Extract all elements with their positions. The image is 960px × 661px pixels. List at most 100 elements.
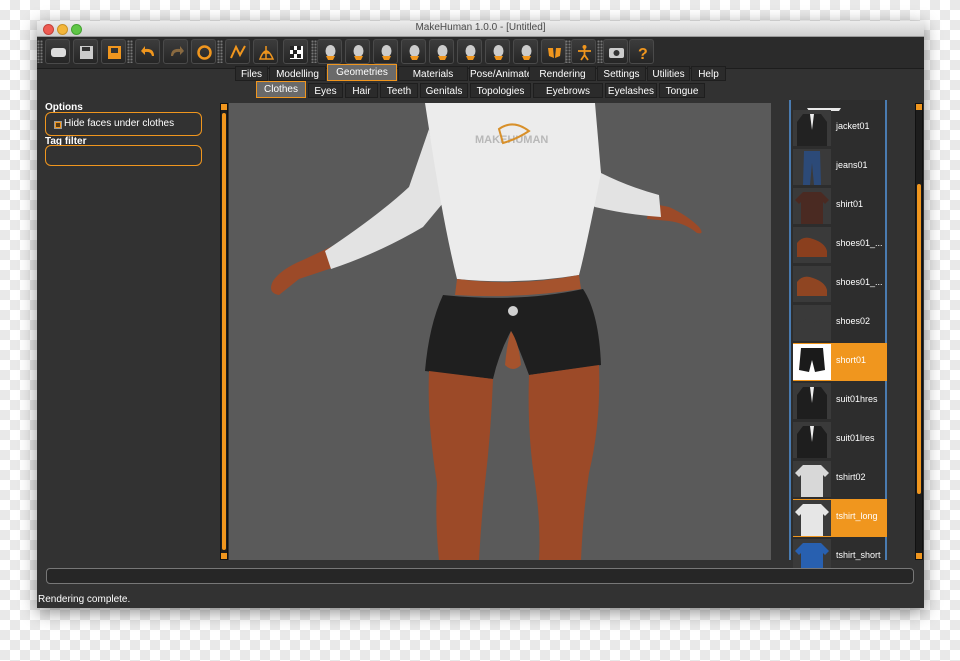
clothes-item-label: tshirt_long — [836, 511, 878, 521]
svg-text:?: ? — [638, 46, 648, 62]
bottom-view-icon — [465, 45, 476, 60]
hide-faces-label[interactable]: Hide faces under clothes — [64, 118, 174, 129]
app-window: MakeHuman 1.0.0 - [Untitled] ? Files Mode… — [37, 21, 924, 608]
smooth-button[interactable] — [225, 39, 250, 64]
reset-camera-button[interactable] — [485, 39, 510, 64]
screenshot-button[interactable] — [603, 39, 628, 64]
hide-faces-checkbox[interactable] — [54, 121, 62, 129]
clothes-item-suit01lres[interactable]: suit01lres — [793, 421, 887, 459]
clothes-item-label: shoes01_... — [836, 238, 883, 248]
tag-filter-group — [45, 145, 202, 166]
scroll-up-icon[interactable] — [916, 104, 922, 110]
progress-bar — [46, 568, 914, 584]
tab-modelling[interactable]: Modelling — [269, 66, 326, 81]
tab-help[interactable]: Help — [691, 66, 726, 81]
help-icon: ? — [638, 46, 648, 62]
subtab-eyebrows[interactable]: Eyebrows — [533, 83, 603, 98]
clothes-item-short01[interactable]: short01 — [793, 343, 887, 381]
background-button[interactable] — [283, 39, 308, 64]
left-scrollbar[interactable] — [220, 103, 228, 560]
tab-geometries[interactable]: Geometries — [327, 64, 397, 81]
clothes-thumbnail — [793, 344, 831, 380]
clothes-thumbnail — [793, 500, 831, 536]
tab-rendering[interactable]: Rendering — [529, 66, 596, 81]
subtab-genitals[interactable]: Genitals — [420, 83, 468, 98]
subtab-teeth[interactable]: Teeth — [380, 83, 418, 98]
clothes-item-label: shirt01 — [836, 199, 864, 209]
top-view-icon — [437, 45, 448, 60]
clothes-item-shoes02[interactable]: shoes02 — [793, 304, 887, 342]
clothes-item-jacket01[interactable]: jacket01 — [793, 109, 887, 147]
scroll-up-icon[interactable] — [221, 104, 227, 110]
left-panel: Options Hide faces under clothes Tag fil… — [37, 100, 228, 560]
help-button[interactable]: ? — [629, 39, 654, 64]
clothes-item-shoes01[interactable]: shoes01_... — [793, 265, 887, 303]
clothes-list[interactable]: jacket01 jeans01 shirt01 shoes01_... shoes01… — [789, 100, 887, 575]
tab-pose-animate[interactable]: Pose/Animate — [469, 66, 532, 81]
clothes-item-shoes01[interactable]: shoes01_... — [793, 226, 887, 264]
subtab-eyelashes[interactable]: Eyelashes — [605, 83, 657, 98]
left-view-icon — [381, 45, 392, 60]
wireframe-button[interactable] — [253, 39, 278, 64]
tab-materials[interactable]: Materials — [398, 66, 468, 81]
toolbar-separator — [597, 40, 603, 63]
tab-utilities[interactable]: Utilities — [647, 66, 690, 81]
top-view-button[interactable] — [429, 39, 454, 64]
clothes-scrollbar[interactable] — [915, 103, 923, 560]
redo-icon — [171, 46, 184, 56]
background-icon — [290, 46, 303, 59]
scroll-down-icon[interactable] — [221, 553, 227, 559]
reset-button[interactable] — [191, 39, 216, 64]
subtab-topologies[interactable]: Topologies — [470, 83, 531, 98]
toolbar: ? — [37, 37, 924, 69]
right-view-button[interactable] — [401, 39, 426, 64]
clothes-item-label: tshirt02 — [836, 472, 866, 482]
clothes-item-tshirt02[interactable]: tshirt02 — [793, 460, 887, 498]
clothes-thumbnail — [793, 149, 831, 185]
subtab-hair[interactable]: Hair — [345, 83, 378, 98]
global-camera-button[interactable] — [513, 39, 538, 64]
save-button[interactable] — [73, 39, 98, 64]
reset-icon — [197, 45, 212, 60]
subtab-clothes[interactable]: Clothes — [256, 81, 306, 98]
clothes-item-label: shoes01_... — [836, 277, 883, 287]
face-camera-icon — [548, 48, 561, 58]
screenshot-icon — [609, 48, 624, 58]
subtab-tongue[interactable]: Tongue — [659, 83, 705, 98]
clothes-thumbnail — [793, 461, 831, 497]
front-view-button[interactable] — [317, 39, 342, 64]
clothes-item-label: short01 — [836, 355, 867, 365]
bottom-view-button[interactable] — [457, 39, 482, 64]
clothes-thumbnail — [793, 422, 831, 458]
smooth-icon — [230, 44, 246, 59]
left-view-button[interactable] — [373, 39, 398, 64]
face-camera-button[interactable] — [541, 39, 566, 64]
undo-button[interactable] — [135, 39, 160, 64]
export-button[interactable] — [101, 39, 126, 64]
clothes-item-jeans01[interactable]: jeans01 — [793, 148, 887, 186]
clothes-thumbnail — [793, 110, 831, 146]
subtab-eyes[interactable]: Eyes — [308, 83, 343, 98]
save-icon — [80, 46, 93, 59]
clothes-item-suit01hres[interactable]: suit01hres — [793, 382, 887, 420]
title-bar: MakeHuman 1.0.0 - [Untitled] — [37, 21, 924, 37]
clothes-thumbnail — [793, 305, 831, 341]
tab-settings[interactable]: Settings — [597, 66, 646, 81]
left-scrollbar-thumb[interactable] — [222, 113, 226, 550]
window-title: MakeHuman 1.0.0 - [Untitled] — [415, 22, 546, 33]
undo-all-icon — [51, 48, 66, 57]
tab-files[interactable]: Files — [235, 66, 268, 81]
pose-button[interactable] — [571, 39, 596, 64]
clothes-scrollbar-thumb[interactable] — [917, 184, 921, 494]
undo-all-button[interactable] — [45, 39, 70, 64]
scroll-down-icon[interactable] — [916, 553, 922, 559]
clothes-thumbnail — [793, 266, 831, 302]
back-view-button[interactable] — [345, 39, 370, 64]
clothes-thumbnail — [793, 188, 831, 224]
status-text: Rendering complete. — [38, 594, 131, 605]
clothes-item-shirt01[interactable]: shirt01 — [793, 187, 887, 225]
toolbar-separator — [565, 40, 571, 63]
clothes-item-tshirt-long[interactable]: tshirt_long — [793, 499, 887, 537]
3d-viewport[interactable]: MAKEHUMAN — [229, 103, 771, 560]
redo-button[interactable] — [163, 39, 188, 64]
